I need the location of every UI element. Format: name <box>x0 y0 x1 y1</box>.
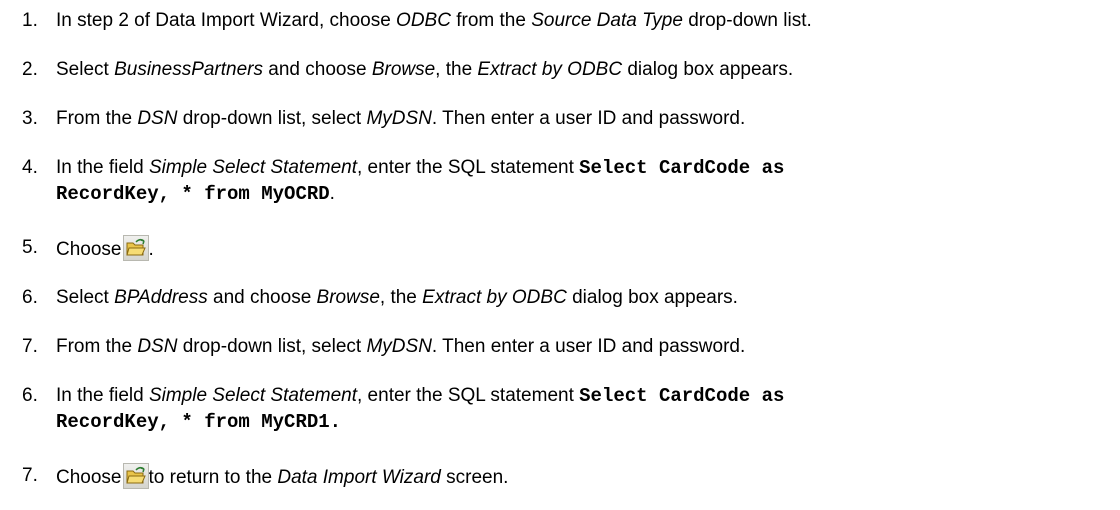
text-run: screen. <box>440 467 509 488</box>
sql-code: Select CardCode as <box>579 385 785 407</box>
text-run: drop-down list. <box>682 10 812 31</box>
text-run: dialog box appears. <box>622 59 794 80</box>
text-run: from the <box>450 10 532 31</box>
emphasis-text: MyDSN <box>366 108 432 129</box>
text-run: Select <box>56 287 115 308</box>
step-text: In step 2 of Data Import Wizard, choose … <box>56 8 1116 33</box>
step-text: In the field Simple Select Statement, en… <box>56 383 1116 435</box>
text-run: . Then enter a user ID and password. <box>431 108 746 129</box>
text-run: . Then enter a user ID and password. <box>431 336 746 357</box>
emphasis-text: DSN <box>137 108 178 129</box>
text-run: From the <box>56 108 138 129</box>
sql-code: Select CardCode as <box>579 157 785 179</box>
step-text: In the field Simple Select Statement, en… <box>56 155 1116 207</box>
text-run: and choose <box>263 59 372 80</box>
text-run: drop-down list, select <box>177 336 367 357</box>
emphasis-text: Browse <box>316 287 380 308</box>
text-run: and choose <box>207 287 317 308</box>
text-run: . <box>148 239 154 260</box>
step-text: Select BusinessPartners and choose Brows… <box>56 57 1116 82</box>
emphasis-text: Browse <box>371 59 436 80</box>
text-run: dialog box appears. <box>566 287 738 308</box>
text-run: From the <box>56 336 138 357</box>
emphasis-text: Extract by ODBC <box>422 287 567 308</box>
emphasis-text: Simple Select Statement <box>148 385 357 406</box>
text-run: Select <box>56 59 115 80</box>
emphasis-text: Source Data Type <box>531 10 683 31</box>
text-run: . <box>329 183 335 204</box>
emphasis-text: Data Import Wizard <box>277 467 441 488</box>
text-run: Choose <box>56 239 122 260</box>
text-run: In step 2 of Data Import Wizard, choose <box>56 10 397 31</box>
text-run: to return to the <box>148 467 278 488</box>
sql-code: RecordKey, * from MyOCRD <box>56 183 330 205</box>
emphasis-text: DSN <box>137 336 178 357</box>
text-run: , enter the SQL statement <box>357 157 580 178</box>
emphasis-text: BPAddress <box>114 287 208 308</box>
emphasis-text: BusinessPartners <box>114 59 263 80</box>
emphasis-text: Simple Select Statement <box>148 157 357 178</box>
text-run: , the <box>435 59 478 80</box>
text-run: drop-down list, select <box>177 108 367 129</box>
sql-code: RecordKey, * from MyCRD1. <box>56 411 342 433</box>
step-text: Choose to return to the Data Import Wizar… <box>56 463 1116 490</box>
text-run: In the field <box>56 385 149 406</box>
step-text: Choose. <box>56 235 1116 262</box>
emphasis-text: Extract by ODBC <box>477 59 623 80</box>
text-run: Choose <box>56 467 122 488</box>
text-run: , the <box>379 287 423 308</box>
step-text: From the DSN drop-down list, select MyDS… <box>56 106 1116 131</box>
emphasis-text: ODBC <box>396 10 451 31</box>
step-text: Select BPAddress and choose Browse, the … <box>56 285 1116 310</box>
open-folder-icon <box>122 235 149 261</box>
step-text: From the DSN drop-down list, select MyDS… <box>56 334 1116 359</box>
emphasis-text: MyDSN <box>366 336 432 357</box>
text-run: In the field <box>56 157 149 178</box>
text-run: , enter the SQL statement <box>357 385 580 406</box>
open-folder-icon <box>122 463 149 489</box>
